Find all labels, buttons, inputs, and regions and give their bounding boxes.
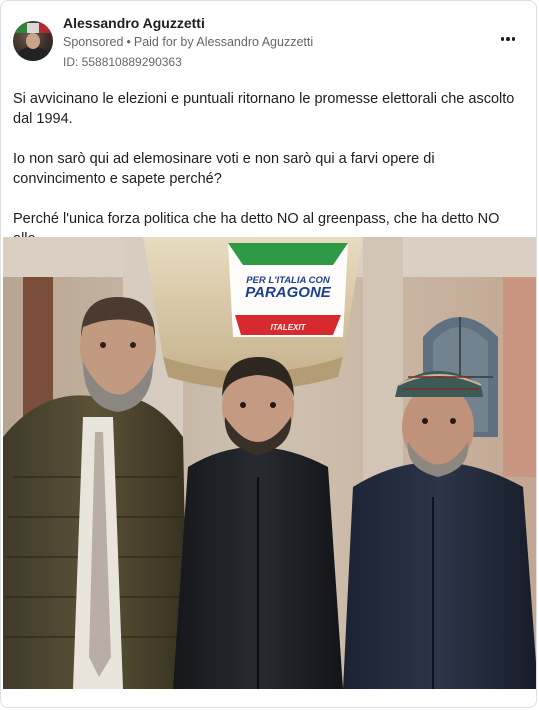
campaign-banner: PER L'ITALIA CON PARAGONE ITALEXIT (228, 243, 348, 337)
avatar-flag-decoration (15, 23, 51, 33)
post-paragraph: Si avvicinano le elezioni e puntuali rit… (13, 91, 515, 127)
banner-logo: ITALEXIT (271, 323, 307, 332)
sponsored-label: Sponsored (63, 35, 124, 49)
more-horizontal-icon-dot (511, 37, 516, 41)
more-options-button[interactable] (496, 31, 520, 47)
more-horizontal-icon-dot (506, 37, 510, 41)
post-photo[interactable]: PER L'ITALIA CON PARAGONE ITALEXIT (3, 237, 536, 689)
ad-id: ID: 558810889290363 (63, 55, 182, 69)
paid-for-by-label: Paid for by Alessandro Aguzzetti (133, 35, 314, 49)
sponsor-line: Sponsored • Paid for by Alessandro Aguzzet… (63, 35, 313, 49)
photo-illustration: PER L'ITALIA CON PARAGONE ITALEXIT (3, 237, 536, 689)
ad-post-card: Alessandro Aguzzetti Sponsored • Paid for … (0, 0, 537, 708)
avatar-figure-body (17, 47, 49, 61)
more-horizontal-icon (500, 37, 505, 41)
post-header: Alessandro Aguzzetti Sponsored • Paid for … (13, 13, 524, 69)
card-footer-space (1, 691, 536, 707)
avatar-figure-face (26, 33, 40, 49)
banner-line2: PARAGONE (245, 284, 332, 301)
post-paragraph: Io non sarò qui ad elemosinare voti e no… (13, 151, 435, 187)
author-name[interactable]: Alessandro Aguzzetti (63, 15, 205, 31)
meta-separator: • (126, 35, 131, 49)
avatar[interactable] (13, 21, 53, 61)
